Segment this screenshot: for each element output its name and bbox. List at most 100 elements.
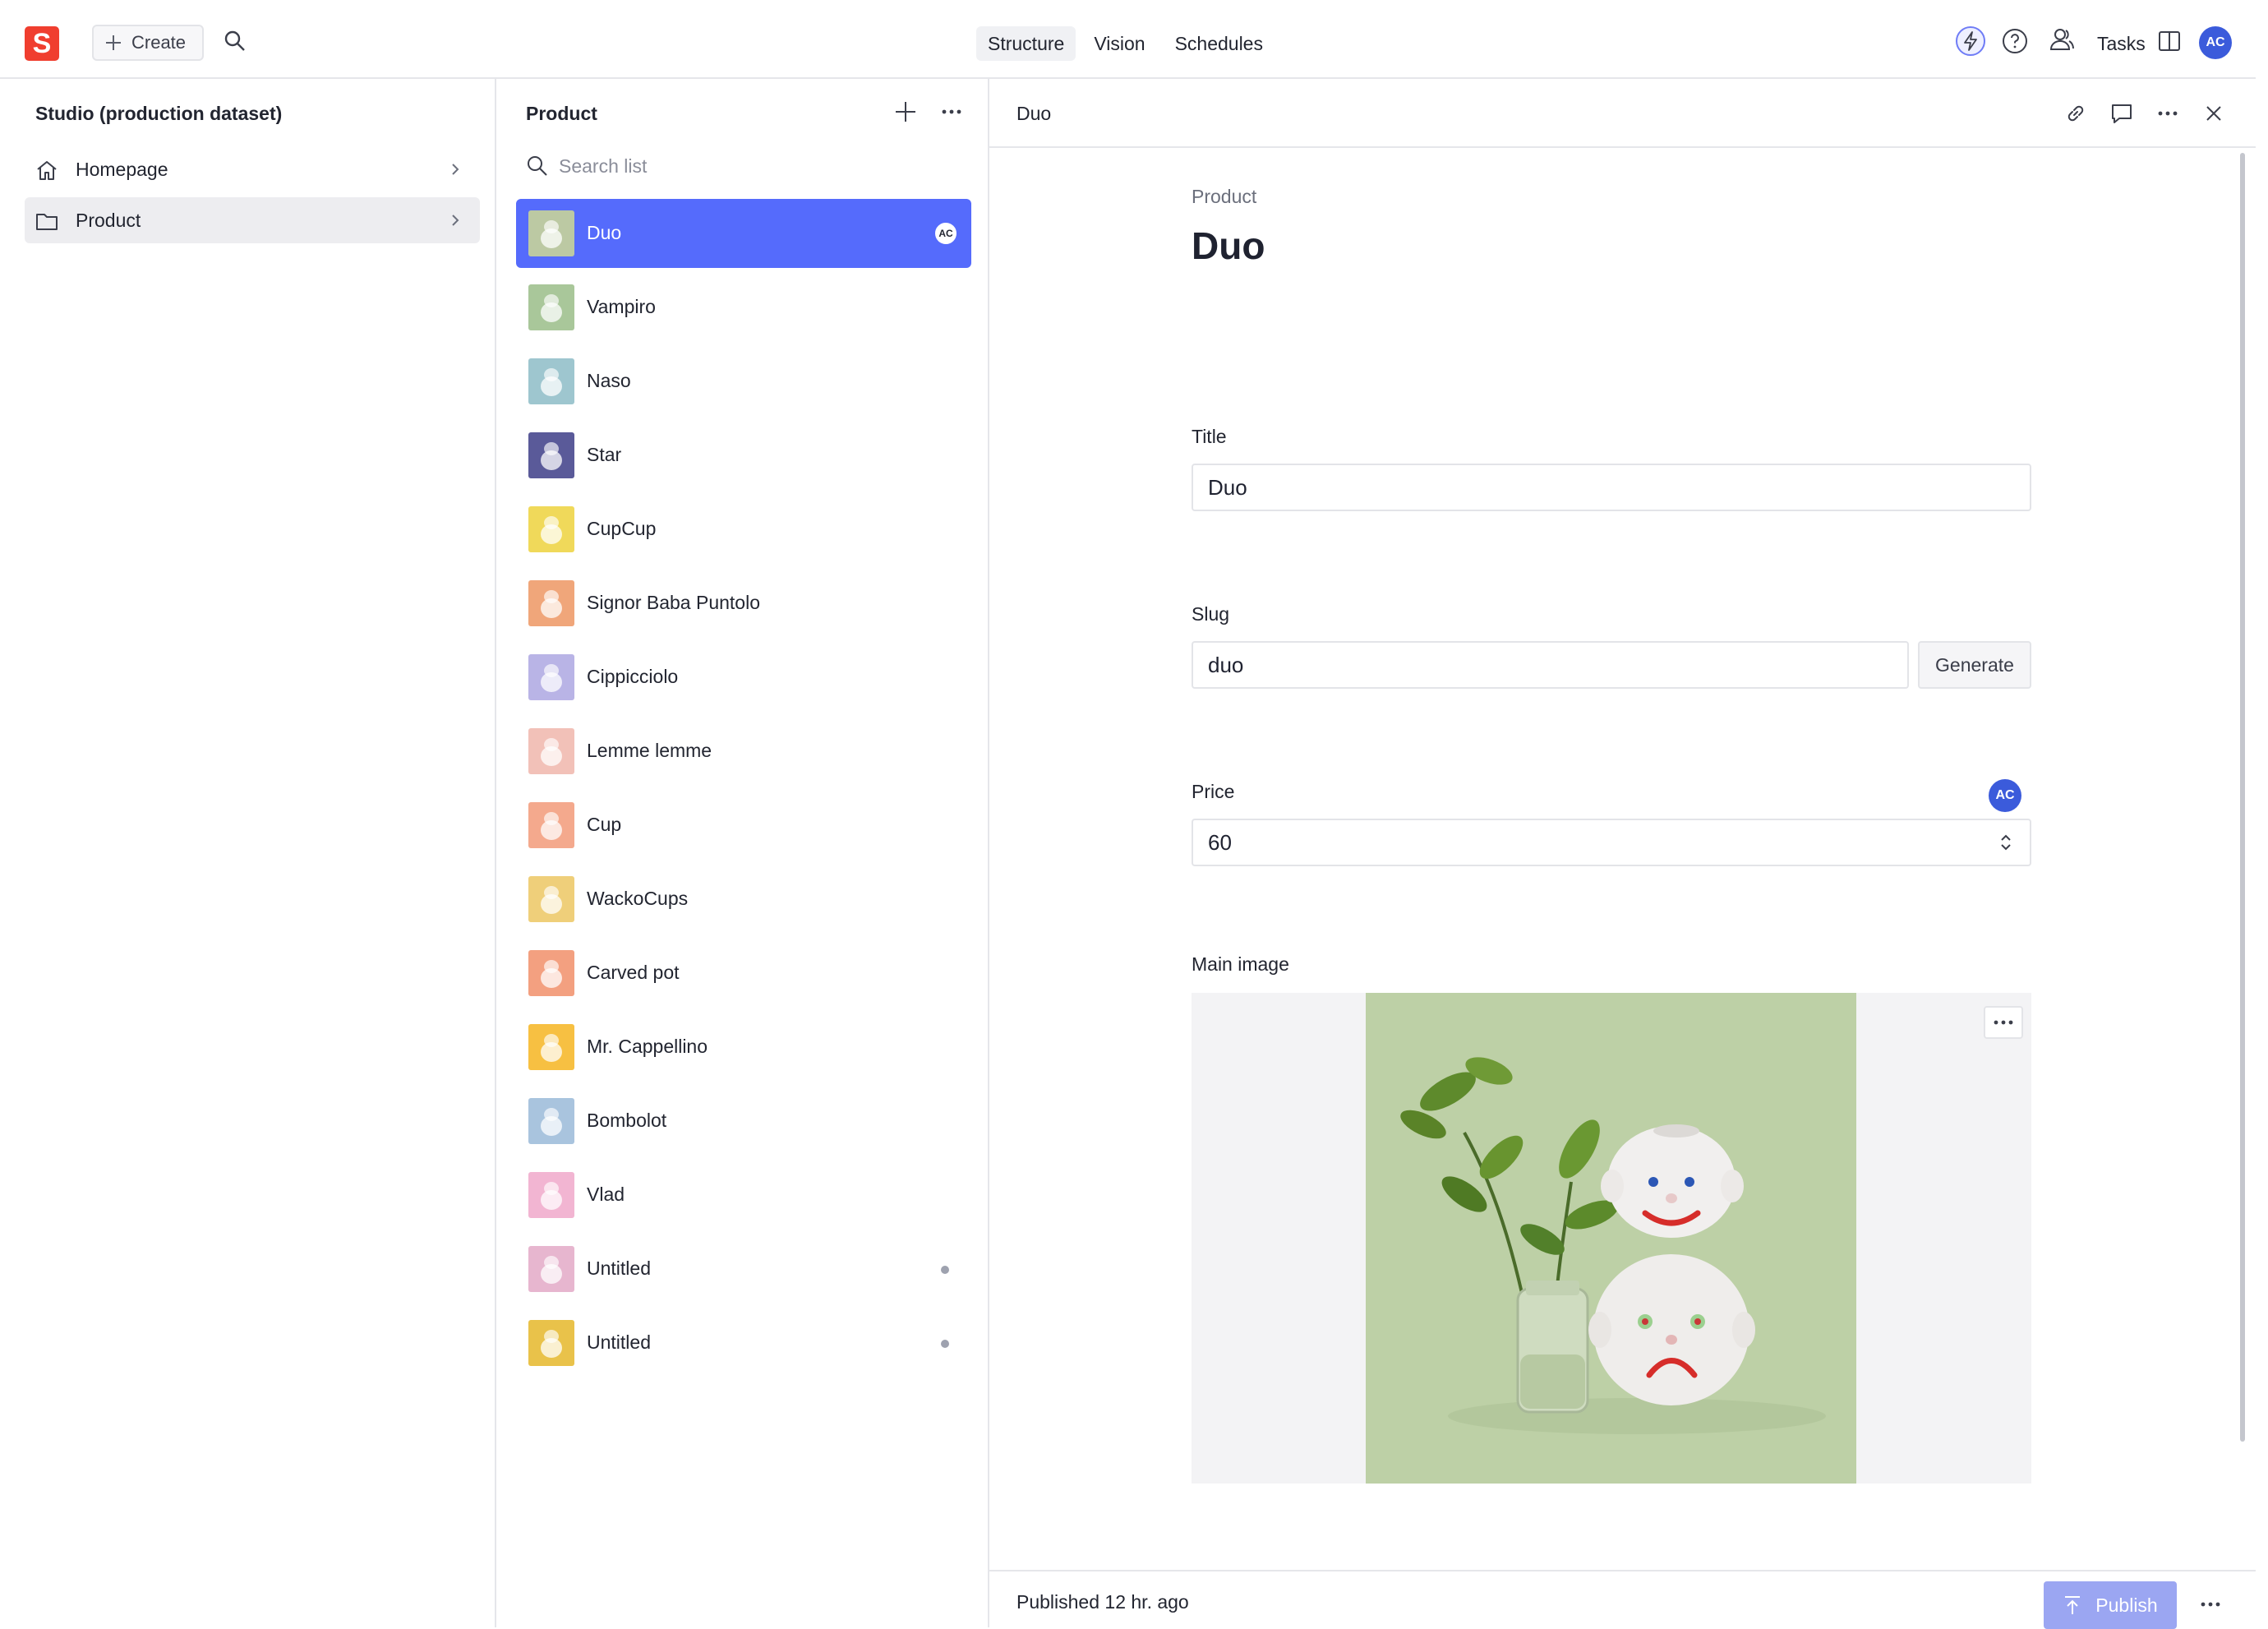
title-field[interactable]: [1192, 464, 2031, 511]
comment-icon[interactable]: [2105, 97, 2138, 130]
scrollbar-thumb[interactable]: [2240, 153, 2245, 1442]
presence-avatar[interactable]: AC: [933, 221, 958, 246]
document-list-item-label: Untitled: [587, 1331, 651, 1353]
sidebar-item-product[interactable]: Product: [25, 197, 480, 243]
studio-logo[interactable]: S: [25, 26, 59, 61]
document-list-item[interactable]: Mr. Cappellino: [516, 1013, 971, 1082]
document-thumbnail: [528, 876, 574, 922]
image-options-button[interactable]: [1984, 1006, 2023, 1039]
tab-schedules[interactable]: Schedules: [1164, 26, 1275, 61]
document-title: Duo: [1192, 224, 1265, 267]
more-icon[interactable]: [2151, 97, 2184, 130]
publish-icon: [2063, 1594, 2082, 1616]
pane-menu-button[interactable]: [937, 97, 966, 127]
document-list-item[interactable]: WackoCups: [516, 865, 971, 934]
price-field-label: Price: [1192, 781, 1235, 802]
document-list-item-label: Mr. Cappellino: [587, 1036, 708, 1057]
document-list-item-label: Vlad: [587, 1184, 625, 1205]
document-thumbnail: [528, 728, 574, 774]
chevron-right-icon: [447, 161, 463, 178]
top-navbar: S Create Structure Vision Schedules Task…: [0, 0, 2256, 79]
publish-label: Publish: [2095, 1594, 2158, 1616]
users-icon[interactable]: [2046, 25, 2077, 56]
more-icon: [942, 109, 961, 114]
close-icon[interactable]: [2197, 97, 2230, 130]
split-pane-icon[interactable]: [2156, 28, 2183, 54]
document-list-item[interactable]: Signor Baba Puntolo: [516, 569, 971, 638]
search-input[interactable]: [559, 155, 937, 178]
document-thumbnail: [528, 802, 574, 848]
document-list-item[interactable]: CupCup: [516, 495, 971, 564]
document-list-item-label: Cup: [587, 814, 622, 835]
document-list-item[interactable]: Untitled: [516, 1234, 971, 1304]
document-thumbnail: [528, 210, 574, 256]
document-list-item[interactable]: Vlad: [516, 1161, 971, 1230]
main-image-field-label: Main image: [1192, 953, 1289, 975]
document-list-item[interactable]: Bombolot: [516, 1087, 971, 1156]
document-editor-pane: Duo Product Duo Title Slug Generate Pric…: [989, 79, 2256, 1629]
sidebar-item-label: Homepage: [76, 158, 168, 180]
create-button[interactable]: Create: [92, 25, 204, 61]
tasks-button[interactable]: Tasks: [2097, 33, 2146, 55]
sidebar-item-homepage[interactable]: Homepage: [25, 146, 480, 192]
publish-status: Published 12 hr. ago: [1016, 1591, 1189, 1613]
slug-field[interactable]: [1192, 641, 1909, 689]
document-thumbnail: [528, 654, 574, 700]
document-list-item[interactable]: Naso: [516, 347, 971, 416]
bolt-icon[interactable]: [1954, 25, 1987, 58]
document-list-item[interactable]: Cippicciolo: [516, 643, 971, 712]
document-list-item[interactable]: Duo AC: [516, 199, 971, 268]
document-list-item[interactable]: Untitled: [516, 1308, 971, 1377]
pane-title: Studio (production dataset): [35, 103, 283, 124]
generate-slug-button[interactable]: Generate: [1918, 641, 2031, 689]
plus-icon: [896, 102, 915, 122]
more-icon: [1994, 1020, 2013, 1025]
document-thumbnail: [528, 950, 574, 996]
search-icon[interactable]: [224, 30, 247, 53]
document-list-item-label: Lemme lemme: [587, 740, 712, 761]
document-list-item-label: CupCup: [587, 518, 657, 539]
tool-tabs: Structure Vision Schedules: [976, 26, 1275, 62]
document-list-item[interactable]: Lemme lemme: [516, 717, 971, 786]
tab-structure[interactable]: Structure: [976, 26, 1076, 61]
user-avatar[interactable]: AC: [2199, 26, 2232, 59]
document-list-item[interactable]: Cup: [516, 791, 971, 860]
document-list-item-label: Untitled: [587, 1258, 651, 1279]
scrollbar[interactable]: [2238, 148, 2247, 1514]
title-field-label: Title: [1192, 426, 1227, 447]
document-list-item[interactable]: Vampiro: [516, 273, 971, 342]
plus-icon: [104, 33, 123, 53]
main-image-field[interactable]: [1192, 993, 2031, 1484]
more-icon[interactable]: [2194, 1588, 2227, 1621]
document-list-item-label: Cippicciolo: [587, 666, 679, 687]
price-field[interactable]: [1192, 819, 2031, 866]
sidebar-item-label: Product: [76, 209, 141, 231]
document-thumbnail: [528, 1320, 574, 1366]
home-icon: [35, 158, 59, 182]
link-icon[interactable]: [2059, 97, 2092, 130]
document-thumbnail: [528, 580, 574, 626]
document-list-item[interactable]: Carved pot: [516, 939, 971, 1008]
add-document-button[interactable]: [891, 97, 920, 127]
document-thumbnail: [528, 432, 574, 478]
create-label: Create: [131, 32, 187, 53]
document-list-item-label: Vampiro: [587, 296, 656, 317]
document-type-label: Product: [1192, 186, 1257, 207]
help-icon[interactable]: [2000, 26, 2030, 56]
chevron-right-icon: [447, 212, 463, 228]
number-stepper[interactable]: [1997, 830, 2015, 855]
sanity-studio-app: S Create Structure Vision Schedules Task…: [0, 0, 2268, 1629]
folder-icon: [35, 209, 59, 233]
document-list-item-label: Carved pot: [587, 962, 680, 983]
publish-button[interactable]: Publish: [2044, 1581, 2177, 1629]
document-list-item-label: Star: [587, 444, 622, 465]
presence-avatar[interactable]: AC: [1989, 779, 2021, 812]
draft-status-dot: [941, 1340, 949, 1348]
document-list-item[interactable]: Star: [516, 421, 971, 490]
document-thumbnail: [528, 284, 574, 330]
product-list-pane: Product Duo AC Vampiro Naso Star CupCup Signor…: [496, 79, 989, 1627]
document-list-item-label: Bombolot: [587, 1110, 667, 1131]
tab-vision[interactable]: Vision: [1082, 26, 1156, 61]
structure-root-pane: Studio (production dataset) Homepage Pro…: [0, 79, 496, 1627]
product-image: [1366, 993, 1856, 1484]
